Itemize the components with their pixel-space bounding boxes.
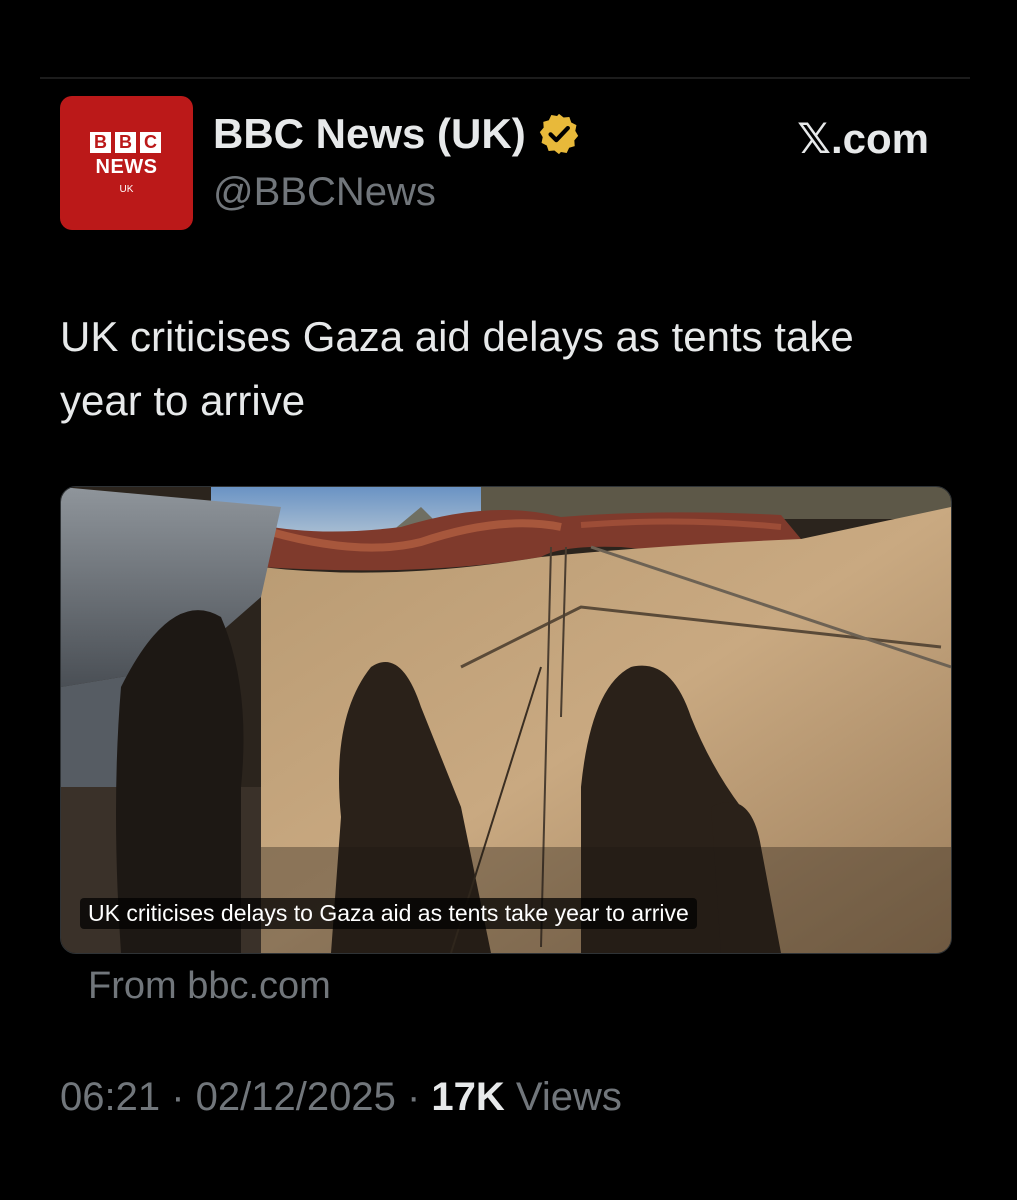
author-display-name[interactable]: BBC News (UK) (213, 110, 526, 158)
bbc-block-2: B (115, 132, 136, 153)
views-count[interactable]: 17K (431, 1075, 504, 1119)
verified-badge-icon (539, 113, 578, 155)
author-handle[interactable]: @BBCNews (213, 170, 436, 215)
bbc-block-1: B (90, 132, 111, 153)
link-card[interactable] (60, 486, 952, 954)
avatar[interactable]: B B C NEWS UK (60, 96, 193, 230)
tent-shadows-photo (61, 487, 951, 953)
bbc-logo: B B C (90, 132, 161, 153)
meta-separator: · (395, 1075, 432, 1119)
avatar-region-label: UK (119, 184, 134, 195)
views-label: Views (504, 1075, 622, 1119)
site-label: 𝕏.com (797, 115, 929, 162)
bbc-block-3: C (140, 132, 161, 153)
author-name-row[interactable]: BBC News (UK) (213, 110, 582, 158)
tweet-date[interactable]: 02/12/2025 (196, 1075, 396, 1119)
top-divider (40, 77, 970, 79)
tweet-time[interactable]: 06:21 (60, 1075, 160, 1119)
tweet-text: UK criticises Gaza aid delays as tents t… (60, 313, 854, 424)
link-card-caption[interactable]: UK criticises delays to Gaza aid as tent… (80, 898, 697, 929)
avatar-news-label: NEWS (95, 156, 158, 178)
meta-separator: · (160, 1075, 196, 1119)
link-source[interactable]: From bbc.com (88, 965, 331, 1008)
tweet-meta: 06:21 · 02/12/2025 · 17K Views (60, 1075, 622, 1120)
